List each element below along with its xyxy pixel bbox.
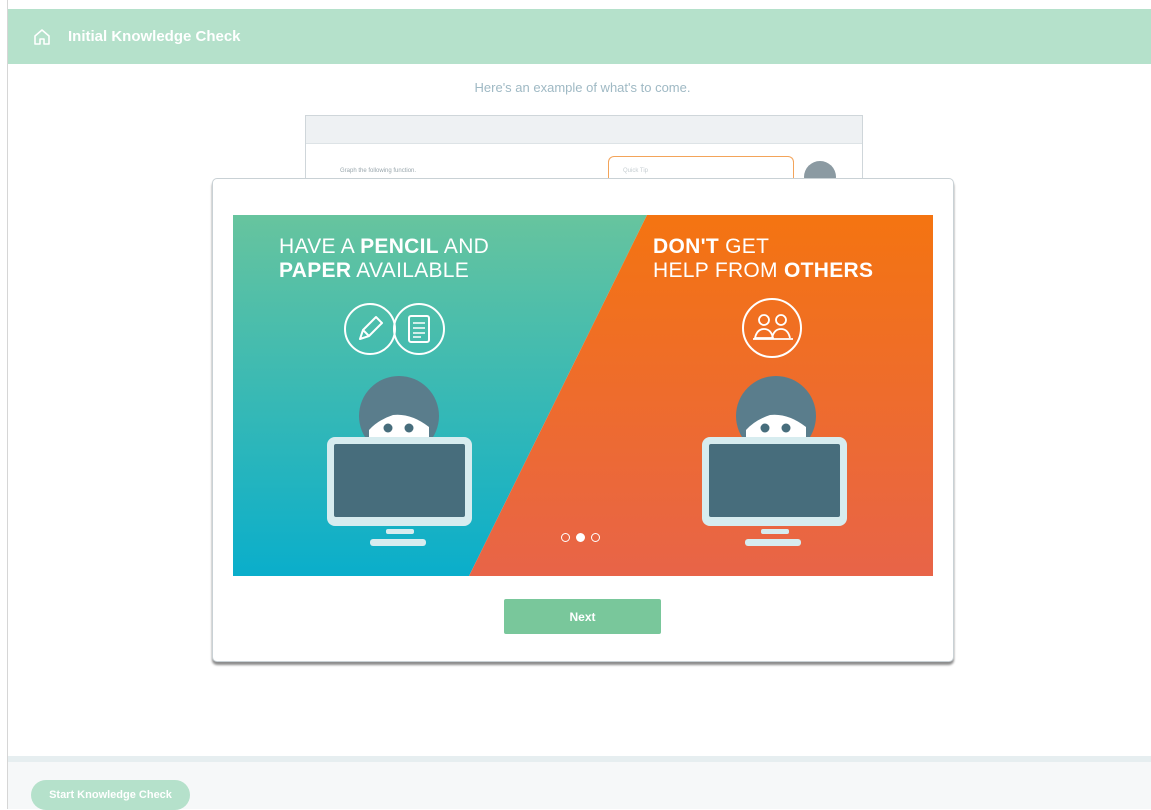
preview-tip-label: Quick Tip: [623, 168, 649, 174]
footer-bar: Start Knowledge Check: [8, 762, 1151, 810]
instruction-slide: HAVE A PENCIL AND PAPER AVAILABLE DON'T …: [233, 215, 933, 576]
top-header: Initial Knowledge Check: [8, 9, 1151, 64]
start-knowledge-check-button[interactable]: Start Knowledge Check: [31, 780, 190, 810]
page-title: Initial Knowledge Check: [68, 28, 241, 45]
instructions-modal: HAVE A PENCIL AND PAPER AVAILABLE DON'T …: [212, 178, 954, 662]
preview-question: Graph the following function.: [340, 168, 417, 174]
preview-toolbar: [306, 116, 862, 144]
window-frame: [7, 0, 8, 809]
next-button[interactable]: Next: [504, 599, 661, 634]
example-preview: Graph the following function. Quick Tip: [305, 115, 863, 193]
right-panel-heading: DON'T GET HELP FROM OTHERS: [653, 235, 874, 282]
carousel-dot-active[interactable]: [576, 533, 585, 542]
carousel-indicators: [561, 533, 600, 542]
carousel-dot[interactable]: [591, 533, 600, 542]
intro-text: Here's an example of what's to come.: [474, 80, 691, 95]
home-icon[interactable]: [32, 27, 52, 47]
left-panel-heading: HAVE A PENCIL AND PAPER AVAILABLE: [279, 235, 490, 282]
carousel-dot[interactable]: [561, 533, 570, 542]
